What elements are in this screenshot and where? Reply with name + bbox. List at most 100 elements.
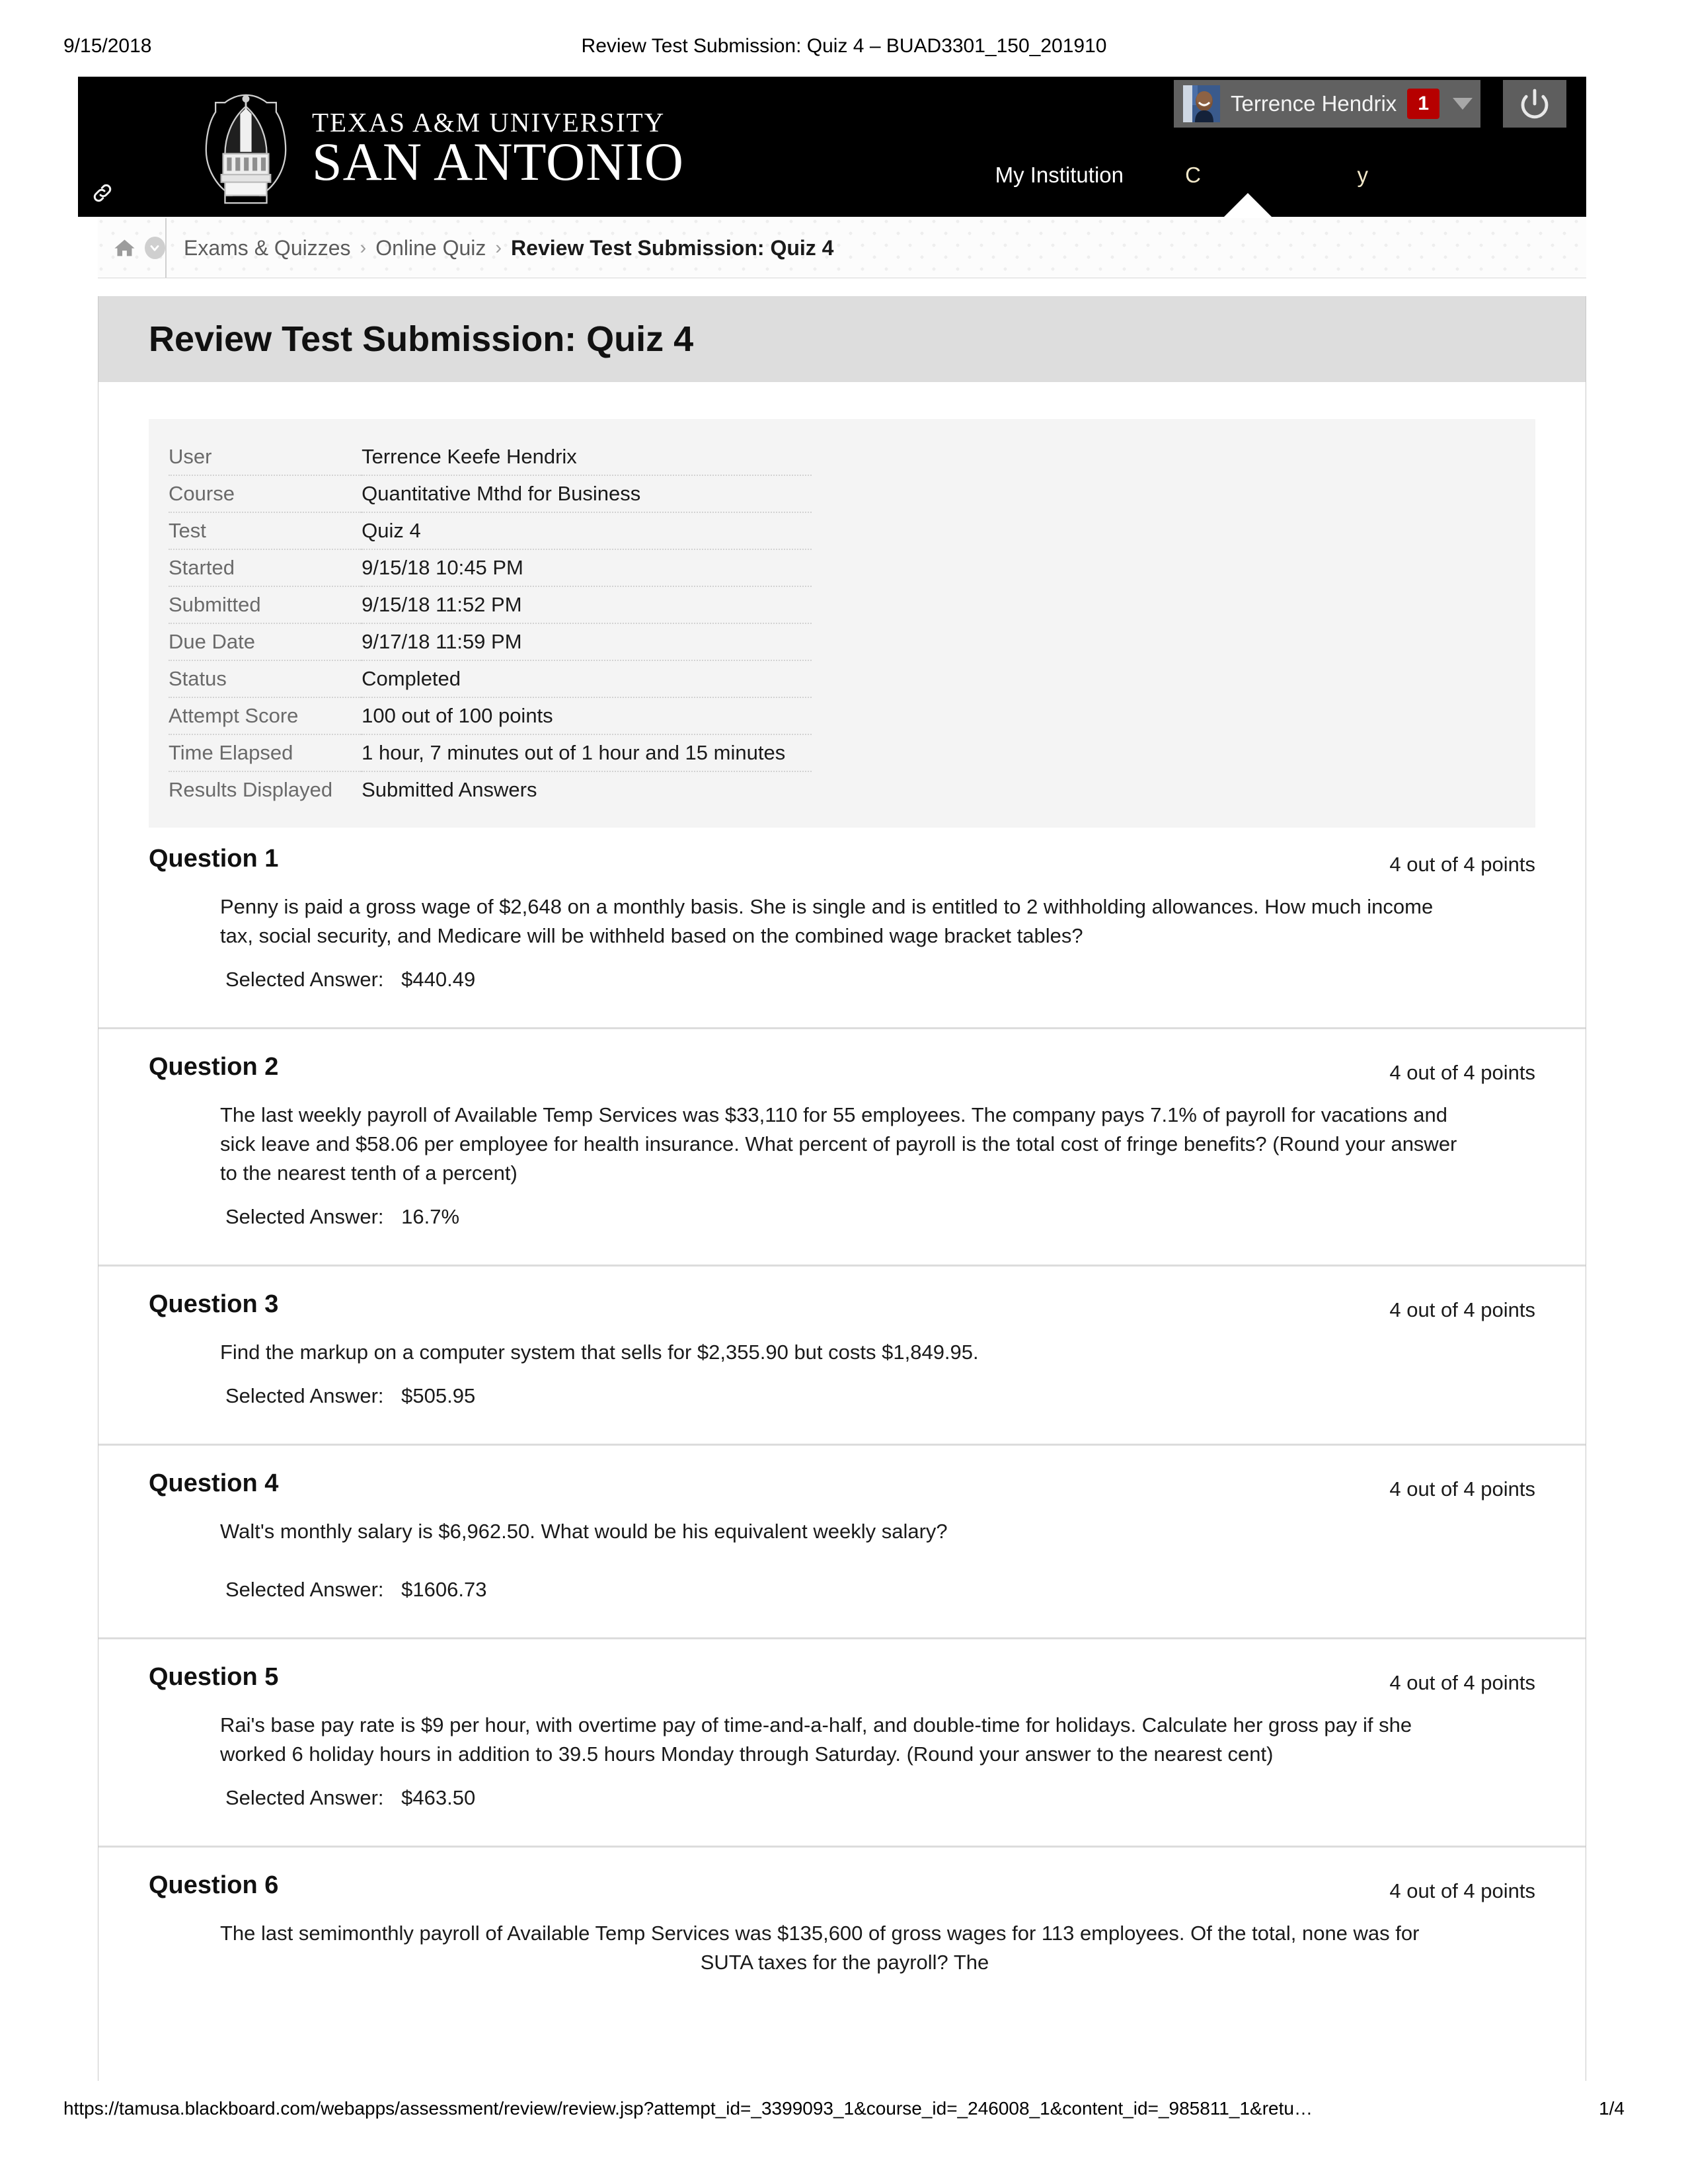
selected-answer-row: Selected Answer: $505.95 [225, 1384, 1469, 1408]
info-label: Time Elapsed [169, 734, 362, 772]
question-title: Question 2 [149, 1053, 279, 1081]
question-body: Penny is paid a gross wage of $2,648 on … [220, 892, 1469, 992]
info-label: Test [169, 512, 362, 550]
nav-courses[interactable]: C [1185, 163, 1201, 188]
question-body: Rai's base pay rate is $9 per hour, with… [220, 1711, 1469, 1810]
info-label: Due Date [169, 623, 362, 661]
question-title: Question 4 [149, 1469, 279, 1498]
question-text: Find the markup on a computer system tha… [220, 1341, 979, 1364]
selected-answer-value: $505.95 [401, 1384, 476, 1408]
avatar [1183, 85, 1221, 122]
table-row: Test Quiz 4 [169, 512, 812, 550]
question-block: Question 6 4 out of 4 points The last se… [98, 1846, 1586, 2018]
user-menu[interactable]: Terrence Hendrix 1 [1174, 80, 1480, 128]
question-points: 4 out of 4 points [1389, 1671, 1535, 1695]
question-block: Question 3 4 out of 4 points Find the ma… [98, 1265, 1586, 1444]
selected-answer-value: 16.7% [401, 1205, 460, 1229]
question-text: The last semimonthly payroll of Availabl… [220, 1922, 1420, 1945]
question-body: The last weekly payroll of Available Tem… [220, 1101, 1469, 1229]
university-logo-text: TEXAS A&M UNIVERSITY SAN ANTONIO [312, 108, 685, 192]
question-block: Question 2 4 out of 4 points The last we… [98, 1027, 1586, 1265]
selected-answer-value: $1606.73 [401, 1578, 487, 1602]
site-top-bar: TEXAS A&M UNIVERSITY SAN ANTONIO My Inst… [78, 77, 1586, 217]
attempt-info-panel: User Terrence Keefe Hendrix Course Quant… [149, 419, 1535, 828]
question-block: Question 5 4 out of 4 points Rai's base … [98, 1637, 1586, 1846]
content-area: Review Test Submission: Quiz 4 User Terr… [98, 296, 1586, 2081]
university-logo[interactable]: TEXAS A&M UNIVERSITY SAN ANTONIO [197, 91, 684, 205]
table-row: Attempt Score 100 out of 100 points [169, 697, 812, 735]
table-row: User Terrence Keefe Hendrix [169, 439, 812, 476]
info-label: Submitted [169, 586, 362, 624]
info-label: Status [169, 660, 362, 698]
question-title: Question 6 [149, 1871, 279, 1900]
circle-chevron-down-icon[interactable] [144, 237, 165, 259]
question-header: Question 6 4 out of 4 points [149, 1871, 1535, 1903]
selected-answer-value: $463.50 [401, 1786, 476, 1810]
breadcrumb-icons [98, 218, 167, 278]
question-points: 4 out of 4 points [1389, 1061, 1535, 1085]
info-value: Terrence Keefe Hendrix [362, 439, 812, 476]
breadcrumb-item-current: Review Test Submission: Quiz 4 [511, 235, 834, 260]
question-body: The last semimonthly payroll of Availabl… [220, 1919, 1469, 1982]
info-label: Course [169, 475, 362, 513]
selected-answer-row: Selected Answer: $463.50 [225, 1786, 1469, 1810]
question-header: Question 1 4 out of 4 points [149, 845, 1535, 877]
question-title: Question 1 [149, 845, 279, 873]
question-header: Question 2 4 out of 4 points [149, 1053, 1535, 1085]
breadcrumb-separator: › [495, 237, 502, 258]
question-text: Penny is paid a gross wage of $2,648 on … [220, 895, 1434, 948]
selected-answer-row: Selected Answer: $1606.73 [225, 1578, 1469, 1602]
user-menu-name: Terrence Hendrix [1231, 91, 1397, 116]
chevron-down-icon[interactable] [1453, 98, 1473, 110]
logout-button[interactable] [1503, 80, 1566, 128]
question-header: Question 3 4 out of 4 points [149, 1290, 1535, 1322]
selected-answer-label: Selected Answer: [225, 1578, 384, 1602]
question-text: Rai's base pay rate is $9 per hour, with… [220, 1713, 1412, 1766]
question-body: Find the markup on a computer system tha… [220, 1338, 1469, 1408]
home-icon[interactable] [114, 236, 135, 260]
nav-my-grades[interactable]: y [1358, 163, 1369, 188]
footer-page-number: 1/4 [1599, 2098, 1625, 2119]
info-label: Results Displayed [169, 778, 333, 801]
footer-url: https://tamusa.blackboard.com/webapps/as… [63, 2098, 1313, 2119]
printed-page: 9/15/2018 Review Test Submission: Quiz 4… [0, 0, 1688, 2184]
menu-caret-icon [1221, 193, 1274, 217]
attempt-info-table: User Terrence Keefe Hendrix Course Quant… [169, 439, 812, 808]
notification-badge[interactable]: 1 [1407, 89, 1439, 119]
breadcrumb-bar: Exams & Quizzes › Online Quiz › Review T… [98, 218, 1586, 278]
info-value: 1 hour, 7 minutes out of 1 hour and 15 m… [362, 734, 812, 772]
logo-line-2: SAN ANTONIO [312, 131, 685, 192]
user-avatar-image [1183, 85, 1221, 122]
table-row: Time Elapsed 1 hour, 7 minutes out of 1 … [169, 734, 812, 772]
dome-emblem-icon [205, 94, 287, 204]
selected-answer-row: Selected Answer: $440.49 [225, 968, 1469, 992]
table-row: Started 9/15/18 10:45 PM [169, 549, 812, 587]
info-value: 9/17/18 11:59 PM [362, 623, 812, 661]
question-block: Question 1 4 out of 4 points Penny is pa… [98, 828, 1586, 1027]
table-row: Course Quantitative Mthd for Business [169, 475, 812, 513]
question-body: Walt's monthly salary is $6,962.50. What… [220, 1517, 1469, 1602]
table-row: Status Completed [169, 660, 812, 698]
selected-answer-value: $440.49 [401, 968, 476, 992]
breadcrumb-item-exams-quizzes[interactable]: Exams & Quizzes [184, 236, 351, 260]
info-label: Attempt Score [169, 697, 362, 735]
question-text-continued: SUTA taxes for the payroll? The [700, 1951, 989, 1974]
page-title: Review Test Submission: Quiz 4 [149, 319, 694, 359]
power-logout-icon [1521, 89, 1549, 119]
print-page-title: Review Test Submission: Quiz 4 – BUAD330… [581, 35, 1107, 57]
breadcrumb-item-online-quiz[interactable]: Online Quiz [375, 236, 486, 260]
link-chain-icon[interactable] [91, 181, 114, 205]
question-title: Question 5 [149, 1663, 279, 1692]
info-label: User [169, 439, 362, 476]
question-points: 4 out of 4 points [1389, 1879, 1535, 1903]
table-row: Due Date 9/17/18 11:59 PM [169, 623, 812, 661]
question-header: Question 4 4 out of 4 points [149, 1469, 1535, 1501]
question-header: Question 5 4 out of 4 points [149, 1663, 1535, 1695]
nav-my-institution[interactable]: My Institution [995, 163, 1124, 188]
selected-answer-label: Selected Answer: [225, 1205, 384, 1229]
info-value: 9/15/18 11:52 PM [362, 586, 812, 624]
info-value: Completed [362, 660, 812, 698]
print-header: 9/15/2018 Review Test Submission: Quiz 4… [0, 33, 1688, 59]
info-value: Quiz 4 [362, 512, 812, 550]
question-text: Walt's monthly salary is $6,962.50. What… [220, 1520, 948, 1543]
